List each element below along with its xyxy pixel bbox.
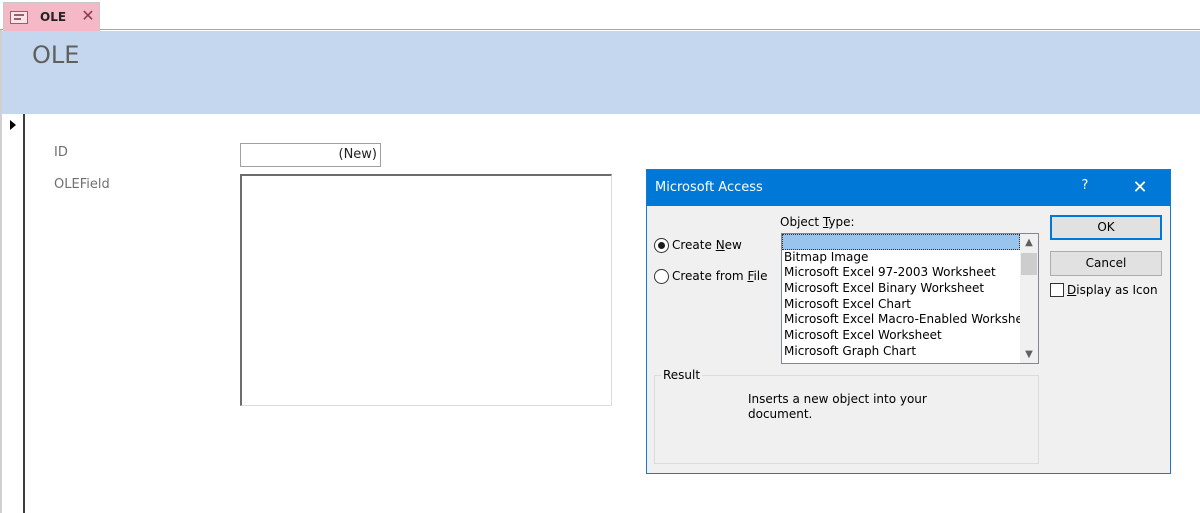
list-item[interactable]: Microsoft Excel Macro-Enabled Worksheet <box>782 312 1020 328</box>
create-new-label: Create New <box>672 238 742 252</box>
record-selector[interactable] <box>2 114 25 513</box>
id-label: ID <box>54 145 68 160</box>
insert-object-dialog: Microsoft Access ? ✕ Create New Create f… <box>646 169 1171 474</box>
create-from-file-label: Create from File <box>672 269 768 283</box>
radio-unchecked-icon[interactable] <box>654 268 669 284</box>
ole-object-frame[interactable] <box>240 174 612 406</box>
tab-close-icon[interactable]: ✕ <box>79 6 97 26</box>
form-title: OLE <box>32 41 80 69</box>
help-icon[interactable]: ? <box>1070 178 1100 198</box>
display-as-icon-checkbox[interactable]: Display as Icon <box>1050 283 1158 297</box>
close-icon[interactable]: ✕ <box>1125 175 1155 201</box>
object-type-listbox[interactable]: Bitmap Image Microsoft Excel 97-2003 Wor… <box>781 233 1039 364</box>
current-record-arrow-icon <box>10 120 16 130</box>
list-item[interactable]: Microsoft Excel Binary Worksheet <box>782 281 1020 297</box>
scroll-thumb[interactable] <box>1021 253 1037 275</box>
result-label: Result <box>661 368 703 382</box>
olefield-label: OLEField <box>54 177 110 192</box>
list-item[interactable]: Microsoft Excel 97-2003 Worksheet <box>782 265 1020 281</box>
cancel-button[interactable]: Cancel <box>1050 251 1162 276</box>
ok-button[interactable]: OK <box>1050 215 1162 240</box>
form-header: OLE <box>2 31 1200 114</box>
checkbox-box[interactable] <box>1050 283 1064 297</box>
list-item[interactable]: Bitmap Image <box>782 250 1020 266</box>
list-item[interactable] <box>782 234 1020 250</box>
tab-title: OLE <box>40 10 67 24</box>
list-item[interactable]: Microsoft Excel Chart <box>782 297 1020 313</box>
result-text: Inserts a new object into your document. <box>748 392 927 421</box>
listbox-scrollbar[interactable]: ▲ ▼ <box>1020 234 1038 363</box>
dialog-titlebar[interactable]: Microsoft Access ? ✕ <box>647 170 1170 206</box>
dialog-title: Microsoft Access <box>655 180 763 195</box>
form-icon <box>10 11 28 24</box>
scroll-down-icon[interactable]: ▼ <box>1020 346 1038 363</box>
object-type-list: Bitmap Image Microsoft Excel 97-2003 Wor… <box>782 234 1020 360</box>
tab-ole[interactable]: OLE ✕ <box>3 2 100 31</box>
object-type-label: Object Type: <box>780 215 855 229</box>
scroll-up-icon[interactable]: ▲ <box>1020 234 1038 251</box>
list-item[interactable]: Microsoft Excel Worksheet <box>782 328 1020 344</box>
create-from-file-radio[interactable]: Create from File <box>654 268 768 284</box>
list-item[interactable]: Microsoft Graph Chart <box>782 344 1020 360</box>
id-field[interactable]: (New) <box>240 143 381 167</box>
result-group: Result Inserts a new object into your do… <box>654 368 1039 464</box>
create-new-radio[interactable]: Create New <box>654 237 742 253</box>
display-as-icon-label: Display as Icon <box>1067 283 1158 297</box>
document-tab-strip: OLE ✕ <box>0 0 1200 31</box>
radio-checked-icon[interactable] <box>654 237 669 253</box>
